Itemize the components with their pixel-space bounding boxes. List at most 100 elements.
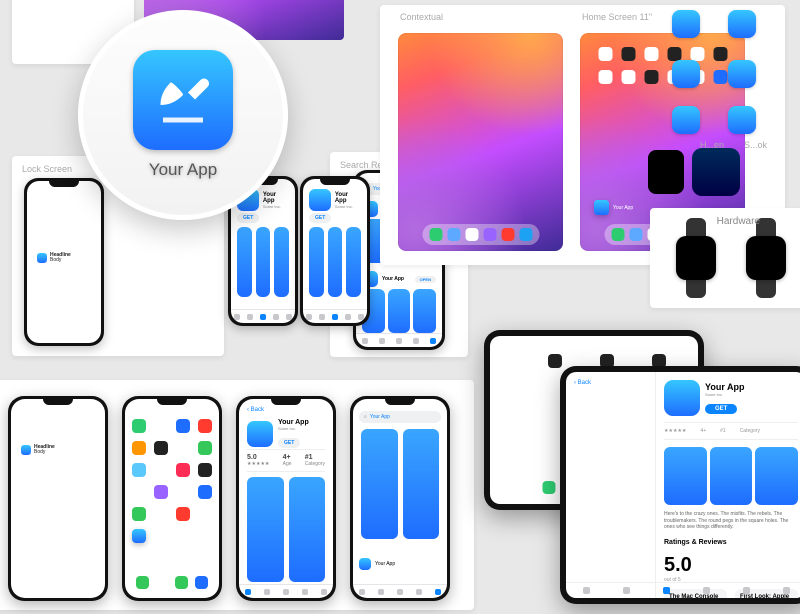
brush-icon — [21, 445, 31, 455]
home-grid[interactable] — [132, 419, 212, 543]
lock-notification[interactable]: Headline Body — [17, 437, 99, 463]
brush-icon — [247, 421, 273, 447]
notch — [49, 181, 79, 187]
result-name: Your App — [382, 276, 404, 282]
screenshot[interactable] — [361, 429, 398, 539]
label-hardware: Hardware — [717, 216, 760, 227]
screenshot[interactable] — [388, 289, 411, 333]
brush-icon — [672, 106, 700, 134]
notch — [157, 399, 187, 405]
search-query: Your App — [370, 414, 390, 420]
watch-icon-grid — [660, 10, 800, 130]
lock-date: Wednesday, September 12 — [35, 231, 95, 237]
tab-bar[interactable] — [239, 584, 333, 598]
watch-thumb-blue — [692, 148, 740, 196]
screenshot-row[interactable] — [309, 227, 361, 297]
brush-icon — [309, 189, 331, 211]
brush-icon — [359, 558, 371, 570]
screenshot[interactable] — [256, 227, 271, 297]
metric-row: 5.0★★★★★ 4+Age #1Category — [247, 449, 325, 472]
iphone-appstore-small-2: Your App Some Inc. GET — [300, 176, 370, 326]
label-home11: Home Screen 11" — [582, 12, 652, 22]
screenshot[interactable] — [403, 429, 440, 539]
tab-bar[interactable] — [566, 582, 800, 598]
get-button[interactable]: GET — [237, 213, 259, 223]
iphone-strip-card: Wednesday, September 12 Headline Body — [0, 380, 474, 610]
brush-icon — [728, 10, 756, 38]
screenshot[interactable] — [309, 227, 324, 297]
iphone-appstore-product: ‹ Back Your App Some Inc. GET 5.0★★★★★ 4… — [236, 396, 336, 601]
get-button[interactable]: GET — [309, 213, 331, 223]
brush-icon — [664, 380, 700, 416]
app-name: Your App — [278, 419, 309, 426]
brush-icon — [728, 60, 756, 88]
brush-icon[interactable] — [594, 200, 609, 215]
screenshot[interactable] — [413, 289, 436, 333]
screenshot[interactable] — [664, 447, 707, 505]
spotlight-result[interactable]: Your App — [359, 558, 441, 570]
tab-bar[interactable] — [353, 584, 447, 598]
app-subtitle: Some Inc. — [705, 392, 745, 397]
brush-icon — [37, 253, 47, 263]
hero-magnifier: Your App — [78, 10, 288, 220]
notch — [43, 399, 73, 405]
search-icon: ⌕ — [364, 414, 367, 420]
brush-icon — [672, 10, 700, 38]
label-lockscreen: Lock Screen — [22, 164, 72, 174]
app-subtitle: Some Inc. — [263, 204, 289, 209]
app-name: Your App — [705, 382, 745, 392]
screenshot[interactable] — [237, 227, 252, 297]
search-field[interactable]: ⌕ Your App — [359, 411, 441, 423]
screenshot-row[interactable] — [237, 227, 289, 297]
watch-face — [676, 236, 716, 280]
screenshot-row[interactable] — [247, 477, 325, 582]
screenshot[interactable] — [247, 477, 284, 582]
ipad-dock[interactable] — [422, 224, 539, 245]
iphone-lockscreen: 9:4 Wednesday, September 12 Headline Bod… — [24, 178, 104, 346]
app-subtitle: Some Inc. — [278, 426, 309, 431]
lock-notification[interactable]: Headline Body — [33, 247, 95, 269]
iphone-spotlight: ⌕ Your App Your App — [350, 396, 450, 601]
hero-app-title: Your App — [149, 160, 217, 180]
back-link[interactable]: ‹ Back — [566, 372, 655, 394]
screenshot[interactable] — [346, 227, 361, 297]
notif-body: Body — [50, 258, 71, 263]
metric-row: ★★★★★4+#1Category — [664, 422, 798, 440]
brush-icon — [672, 60, 700, 88]
watch-face-apps[interactable] — [746, 236, 786, 280]
notch — [320, 179, 350, 185]
iphone-home — [122, 396, 222, 601]
rating-summary: 5.0 out of 5 — [664, 554, 798, 583]
get-button[interactable]: GET — [705, 404, 737, 414]
tab-bar[interactable] — [356, 333, 442, 347]
open-button[interactable]: OPEN — [415, 276, 436, 283]
brush-icon — [153, 70, 213, 130]
screenshot[interactable] — [755, 447, 798, 505]
watch-thumb-dark — [648, 150, 684, 194]
screenshot-row[interactable] — [362, 289, 436, 333]
screenshot-row[interactable] — [664, 447, 798, 505]
notif-body: Body — [34, 450, 55, 455]
tab-bar[interactable] — [303, 309, 367, 323]
lock-time: 9:4 — [35, 207, 63, 230]
screenshot[interactable] — [710, 447, 753, 505]
search-result[interactable]: Your App OPEN — [362, 271, 436, 287]
iphone-dock[interactable] — [133, 572, 211, 592]
back-link[interactable]: ‹ Back — [247, 407, 264, 413]
app-icon — [133, 50, 233, 150]
screenshot[interactable] — [328, 227, 343, 297]
screenshot[interactable] — [289, 477, 326, 582]
app-name: Your App — [263, 192, 289, 204]
tab-bar[interactable] — [231, 309, 295, 323]
rating-value: 5.0 — [664, 554, 692, 577]
get-button[interactable]: GET — [278, 438, 300, 448]
ratings-header: Ratings & Reviews — [664, 539, 798, 546]
ipad-sidebar[interactable]: ‹ Back — [566, 372, 656, 598]
iphone-lockscreen-large: Wednesday, September 12 Headline Body — [8, 396, 108, 601]
twin-ipads: ‹ Back Your App Some Inc. GET ★★★★★4+#1C… — [484, 324, 800, 614]
label-sok: S...ok — [744, 140, 767, 150]
screenshot[interactable] — [274, 227, 289, 297]
screenshot-row[interactable] — [361, 429, 439, 539]
brush-icon[interactable] — [132, 529, 146, 543]
ipad-contextual — [398, 33, 563, 251]
